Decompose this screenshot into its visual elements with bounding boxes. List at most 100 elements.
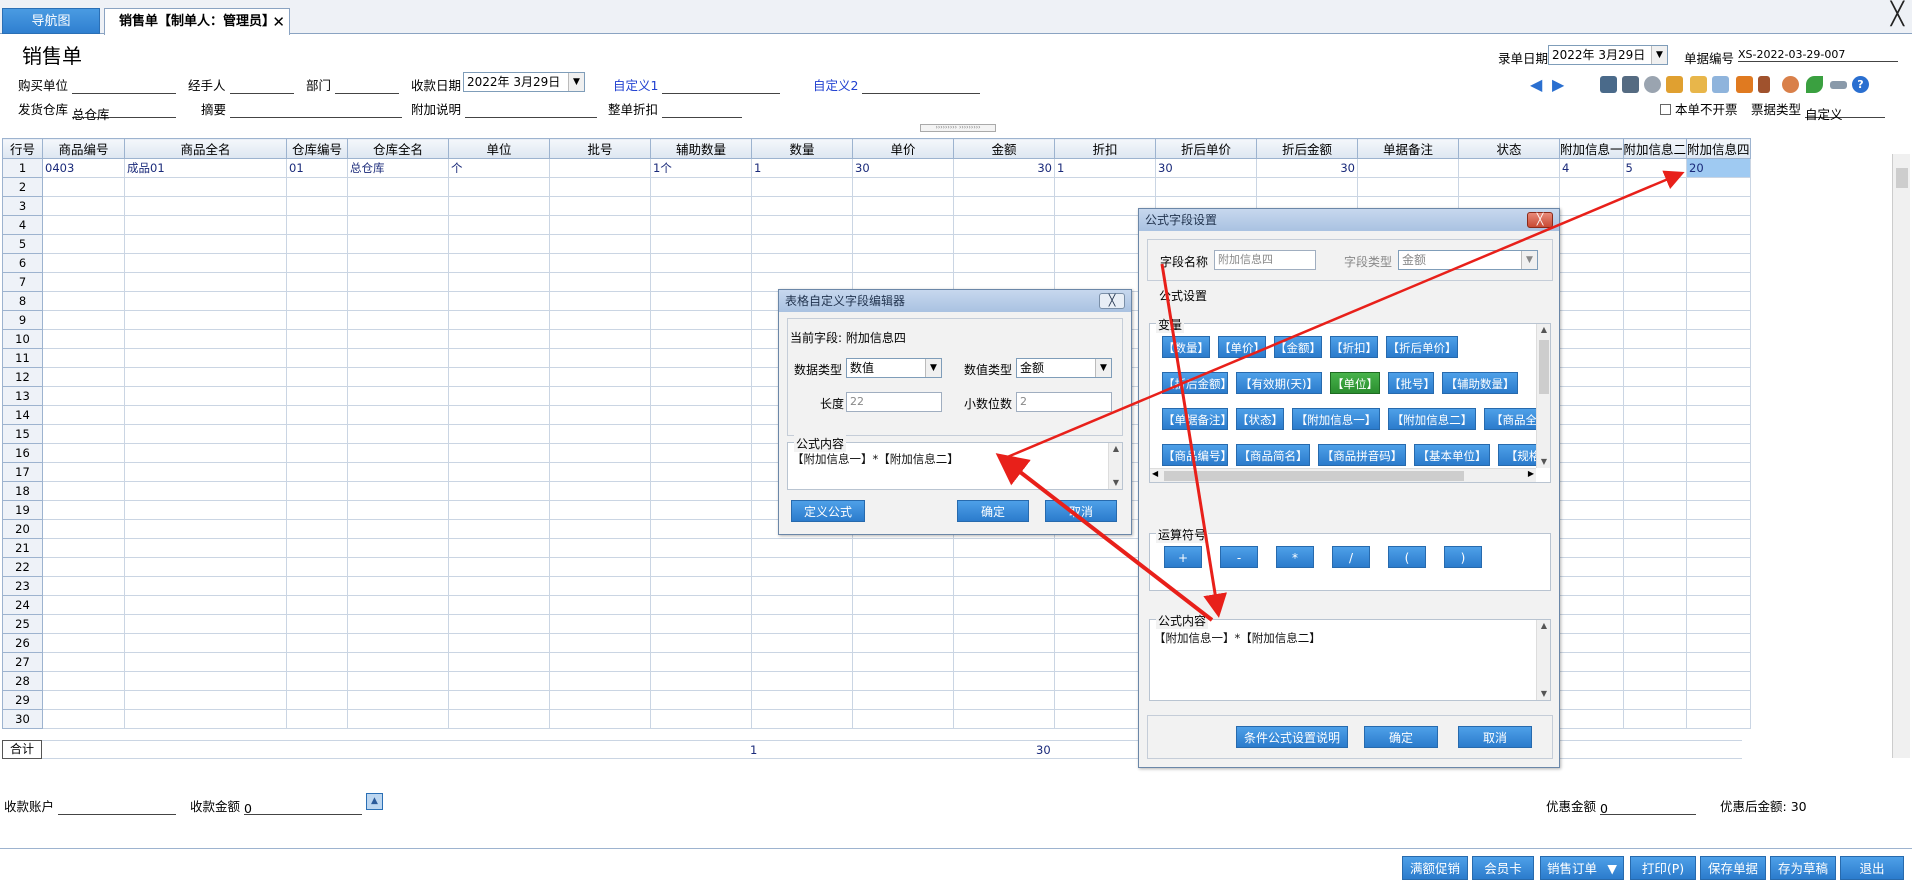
table-cell[interactable] — [1559, 310, 1624, 330]
table-cell[interactable] — [1559, 538, 1624, 558]
receive-date-picker[interactable]: 2022年 3月29日 ▼ — [463, 72, 585, 92]
panel-splitter[interactable]: ››››››››› ››››››››› — [920, 124, 996, 132]
table-cell[interactable] — [124, 329, 287, 349]
table-cell[interactable]: 30 — [852, 158, 954, 178]
table-cell[interactable] — [124, 405, 287, 425]
table-cell[interactable] — [124, 557, 287, 577]
table-cell[interactable] — [1622, 348, 1688, 368]
table-cell[interactable] — [1622, 557, 1688, 577]
table-cell[interactable] — [751, 576, 853, 596]
table-cell[interactable] — [347, 234, 449, 254]
table-cell[interactable] — [650, 177, 752, 197]
table-cell[interactable] — [549, 576, 651, 596]
door-icon[interactable] — [1758, 76, 1770, 93]
table-cell[interactable] — [347, 595, 449, 615]
table-cell[interactable] — [1686, 633, 1751, 653]
variable-chip[interactable]: 【单价】 — [1218, 336, 1266, 358]
dept-field[interactable]: 部门 — [306, 75, 399, 94]
user-icon[interactable] — [1782, 76, 1799, 93]
table-cell[interactable] — [1622, 595, 1688, 615]
table-cell[interactable] — [549, 462, 651, 482]
table-cell[interactable] — [549, 690, 651, 710]
column-header[interactable]: 折扣 — [1054, 138, 1156, 159]
table-cell[interactable] — [124, 500, 287, 520]
table-cell[interactable] — [751, 253, 853, 273]
table-cell[interactable] — [347, 519, 449, 539]
table-cell[interactable] — [286, 652, 348, 672]
column-header[interactable]: 折后单价 — [1155, 138, 1257, 159]
table-cell[interactable] — [1559, 253, 1624, 273]
table-cell[interactable] — [124, 690, 287, 710]
table-cell[interactable] — [1686, 329, 1751, 349]
table-cell[interactable] — [347, 557, 449, 577]
table-cell[interactable] — [1622, 272, 1688, 292]
table-cell[interactable] — [347, 272, 449, 292]
table-cell[interactable] — [286, 614, 348, 634]
table-cell[interactable] — [953, 576, 1055, 596]
table-cell[interactable] — [549, 405, 651, 425]
table-cell[interactable] — [1559, 671, 1624, 691]
table-cell[interactable] — [286, 595, 348, 615]
table-cell[interactable] — [286, 462, 348, 482]
column-header[interactable]: 附加信息一 — [1559, 138, 1624, 159]
table-cell[interactable] — [1622, 196, 1688, 216]
table-cell[interactable] — [1559, 405, 1624, 425]
table-cell[interactable] — [347, 215, 449, 235]
table-cell[interactable] — [448, 595, 550, 615]
table-cell[interactable] — [1622, 690, 1688, 710]
table-cell[interactable] — [1686, 443, 1751, 463]
table-cell[interactable] — [650, 462, 752, 482]
table-cell[interactable] — [549, 272, 651, 292]
table-cell[interactable] — [751, 633, 853, 653]
variable-chip[interactable]: 【商品全 — [1484, 408, 1536, 430]
leaf-icon[interactable] — [1806, 76, 1823, 93]
chevron-down-icon[interactable]: ▼ — [1095, 359, 1111, 377]
table-cell[interactable] — [347, 671, 449, 691]
table-cell[interactable] — [549, 709, 651, 729]
table-cell[interactable] — [751, 614, 853, 634]
variable-chip[interactable]: 【数量】 — [1162, 336, 1210, 358]
table-cell[interactable] — [286, 557, 348, 577]
table-cell[interactable] — [953, 595, 1055, 615]
table-cell[interactable] — [1622, 215, 1688, 235]
table-cell[interactable] — [1622, 462, 1688, 482]
table-cell[interactable] — [347, 424, 449, 444]
table-cell[interactable] — [124, 253, 287, 273]
operator-minus-button[interactable]: - — [1220, 546, 1258, 568]
table-cell[interactable] — [42, 576, 125, 596]
field-name-input[interactable]: 附加信息四 — [1214, 250, 1316, 270]
table-cell[interactable] — [852, 538, 954, 558]
warehouse-field[interactable]: 发货仓库 总仓库 — [18, 99, 176, 122]
table-cell[interactable] — [124, 386, 287, 406]
table-cell[interactable]: 1个 — [650, 158, 752, 178]
table-cell[interactable] — [1357, 177, 1459, 197]
table-cell[interactable] — [448, 557, 550, 577]
table-cell[interactable] — [448, 500, 550, 520]
table-cell[interactable] — [1559, 614, 1624, 634]
table-cell[interactable] — [286, 538, 348, 558]
edit-icon[interactable] — [1690, 76, 1707, 93]
variable-chip[interactable]: 【批号】 — [1388, 372, 1435, 394]
table-cell[interactable] — [347, 481, 449, 501]
table-cell[interactable] — [852, 595, 954, 615]
table-cell[interactable] — [1622, 253, 1688, 273]
table-cell[interactable] — [448, 405, 550, 425]
table-cell[interactable] — [1559, 576, 1624, 596]
table-cell[interactable] — [1686, 671, 1751, 691]
table-cell[interactable] — [347, 177, 449, 197]
table-cell[interactable] — [549, 215, 651, 235]
table-cell[interactable] — [1686, 424, 1751, 444]
table-cell[interactable] — [124, 234, 287, 254]
box-icon[interactable] — [1736, 76, 1753, 93]
table-cell[interactable] — [286, 234, 348, 254]
table-cell[interactable] — [347, 709, 449, 729]
column-header[interactable]: 单位 — [448, 138, 550, 159]
save-button[interactable]: 保存单据 — [1700, 856, 1766, 880]
table-cell[interactable] — [42, 291, 125, 311]
table-cell[interactable] — [347, 291, 449, 311]
table-cell[interactable] — [1357, 158, 1459, 178]
table-cell[interactable] — [549, 595, 651, 615]
table-cell[interactable] — [1622, 500, 1688, 520]
entry-date-picker[interactable]: 2022年 3月29日 ▼ — [1548, 45, 1668, 65]
table-cell[interactable] — [42, 443, 125, 463]
